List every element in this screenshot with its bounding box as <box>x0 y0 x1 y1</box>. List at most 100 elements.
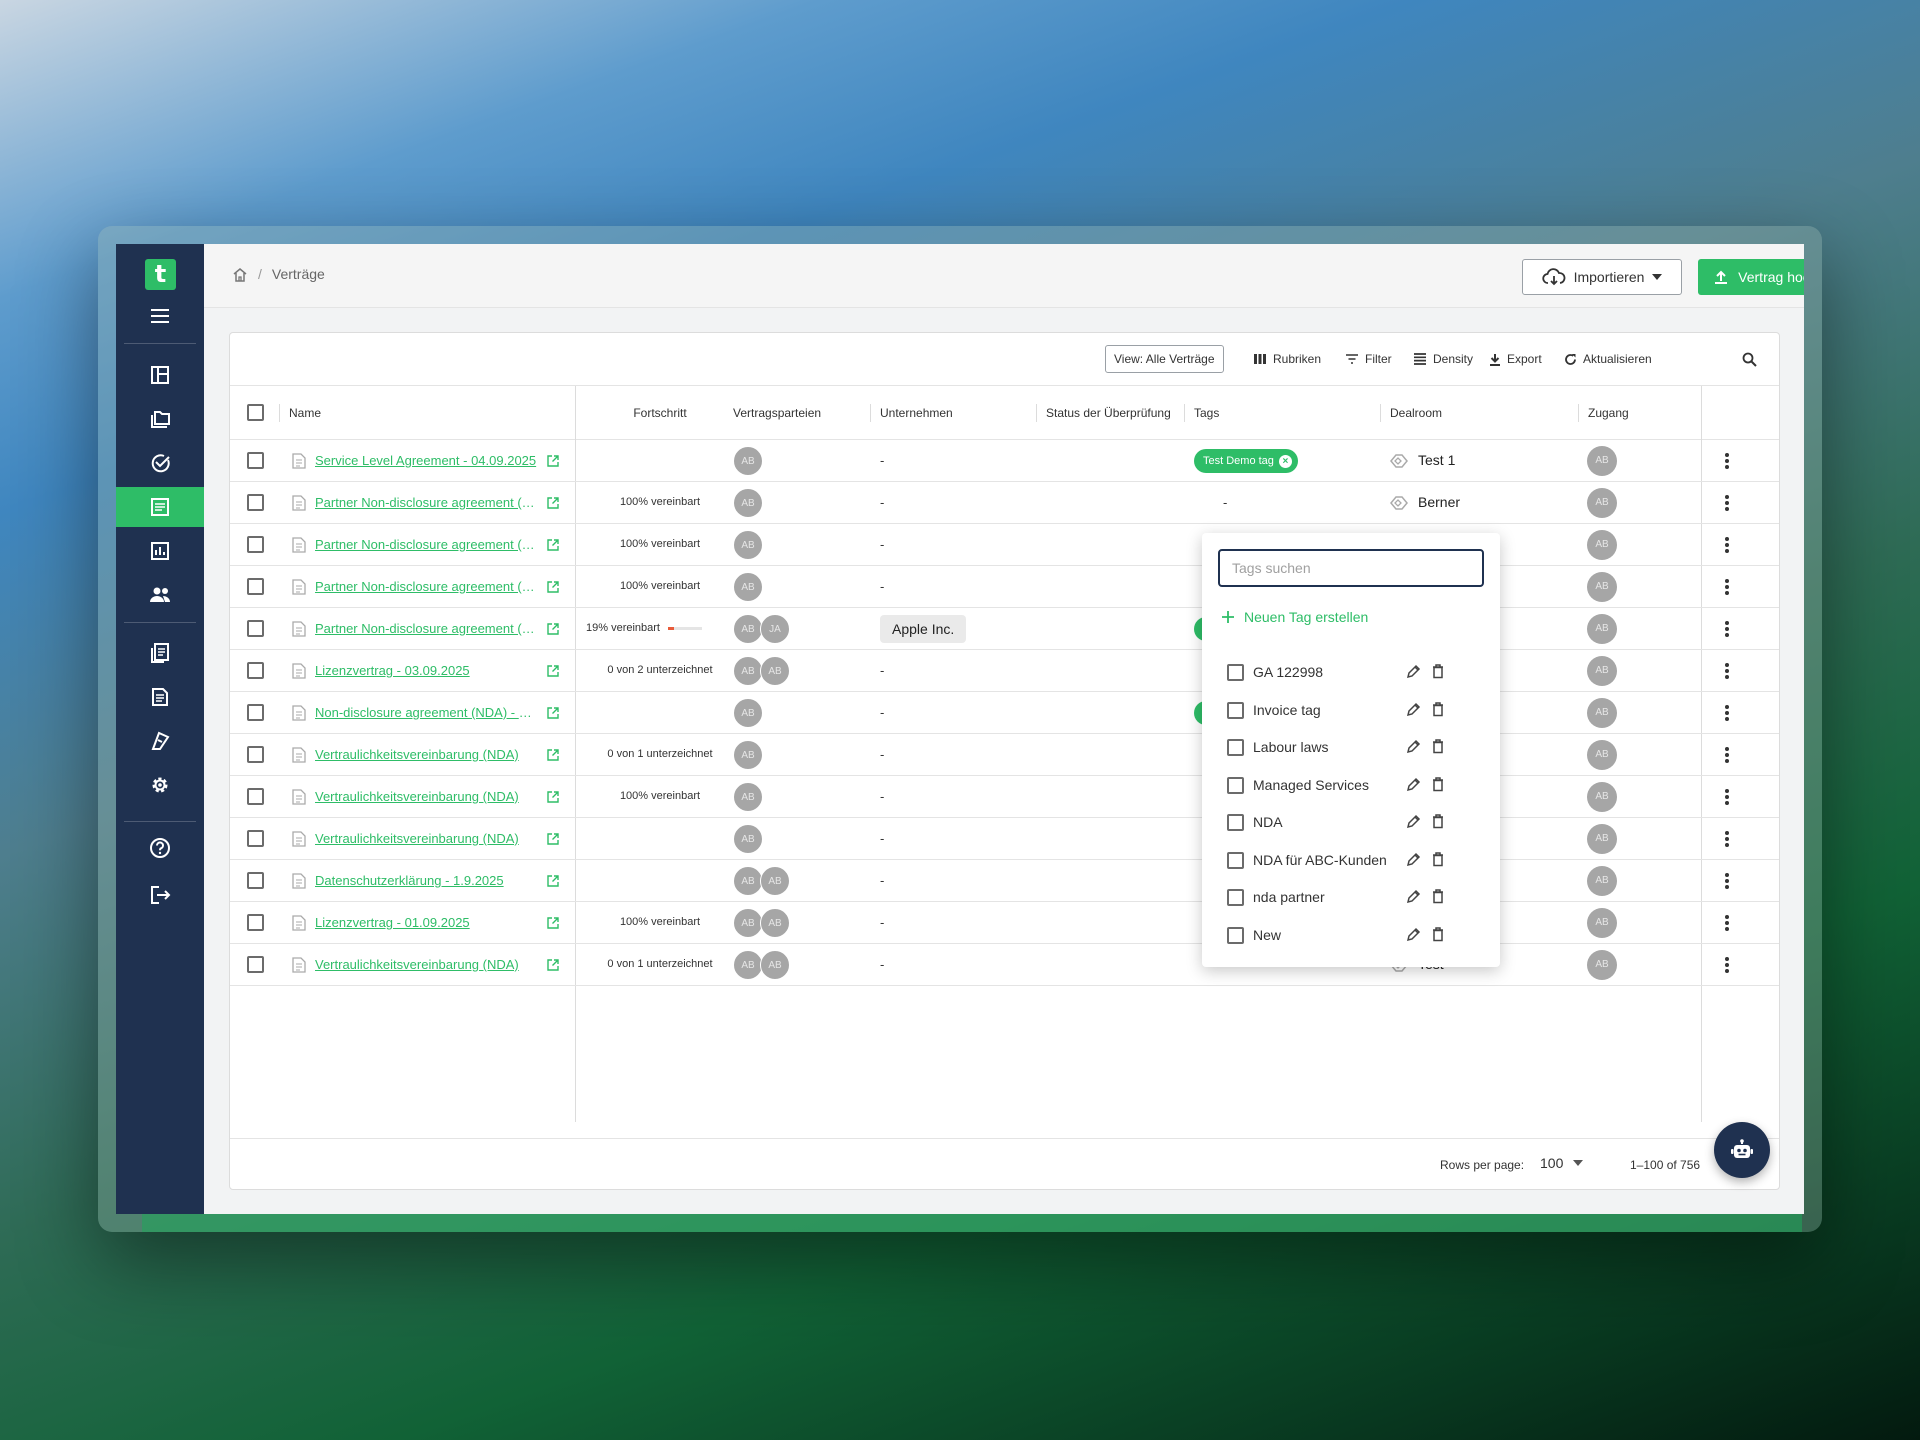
column-header-review-status[interactable]: Status der Überprüfung <box>1046 386 1171 440</box>
delete-trash-icon[interactable] <box>1432 739 1444 759</box>
edit-pencil-icon[interactable] <box>1406 814 1421 834</box>
settings-gear-icon[interactable] <box>116 765 204 805</box>
access-avatar[interactable]: AB <box>1587 572 1617 602</box>
party-avatar[interactable]: AB <box>733 488 763 518</box>
row-menu-icon[interactable] <box>1723 661 1731 681</box>
table-row[interactable]: Service Level Agreement - 04.09.2025AB--… <box>230 440 1779 482</box>
open-external-icon[interactable] <box>547 916 559 934</box>
open-external-icon[interactable] <box>547 748 559 766</box>
row-menu-icon[interactable] <box>1723 955 1731 975</box>
open-external-icon[interactable] <box>547 496 559 514</box>
tag-option-checkbox[interactable] <box>1227 776 1244 794</box>
delete-trash-icon[interactable] <box>1432 814 1444 834</box>
tag-option[interactable]: GA 122998 <box>1202 654 1500 691</box>
open-external-icon[interactable] <box>547 706 559 724</box>
access-avatar[interactable]: AB <box>1587 908 1617 938</box>
delete-trash-icon[interactable] <box>1432 889 1444 909</box>
open-external-icon[interactable] <box>547 874 559 892</box>
row-menu-icon[interactable] <box>1723 871 1731 891</box>
tag-option-checkbox[interactable] <box>1227 814 1244 831</box>
row-checkbox[interactable] <box>247 872 264 889</box>
open-external-icon[interactable] <box>547 832 559 850</box>
contract-name-link[interactable]: Vertraulichkeitsvereinbarung (NDA) <box>315 747 537 762</box>
open-external-icon[interactable] <box>547 622 559 640</box>
contract-name-link[interactable]: Partner Non-disclosure agreement (NDA) <box>315 495 537 510</box>
party-avatar[interactable]: AB <box>733 530 763 560</box>
delete-trash-icon[interactable] <box>1432 851 1444 872</box>
edit-pencil-icon[interactable] <box>1406 664 1421 684</box>
contract-name-link[interactable]: Non-disclosure agreement (NDA) - 03.09.2… <box>315 705 537 720</box>
row-menu-icon[interactable] <box>1723 619 1731 639</box>
rows-per-page-select[interactable]: 100 <box>1540 1155 1584 1171</box>
contract-name-link[interactable]: Partner Non-disclosure agreement (NDA) <box>315 537 537 552</box>
app-logo[interactable]: t <box>145 259 176 290</box>
table-row[interactable]: Lizenzvertrag - 01.09.2025 100% vereinbar… <box>230 902 1779 944</box>
row-checkbox[interactable] <box>247 452 264 469</box>
dealroom-name[interactable]: Test 1 <box>1418 452 1455 468</box>
edit-pencil-icon[interactable] <box>1406 777 1421 797</box>
delete-trash-icon[interactable] <box>1432 701 1444 722</box>
row-checkbox[interactable] <box>247 830 264 847</box>
tag-option-checkbox[interactable] <box>1227 889 1244 906</box>
tag-option-checkbox[interactable] <box>1227 701 1244 719</box>
access-avatar[interactable]: AB <box>1587 446 1617 476</box>
row-menu-icon[interactable] <box>1723 577 1731 597</box>
delete-trash-icon[interactable] <box>1432 926 1444 947</box>
tag-option[interactable]: nda partner <box>1202 879 1500 916</box>
edit-pencil-icon[interactable] <box>1406 889 1421 909</box>
access-avatar[interactable]: AB <box>1587 530 1617 560</box>
contract-name-link[interactable]: Partner Non-disclosure agreement (NDA) <box>315 579 537 594</box>
party-avatar[interactable]: AB <box>760 656 790 686</box>
column-header-company[interactable]: Unternehmen <box>880 386 953 440</box>
open-external-icon[interactable] <box>547 454 559 472</box>
column-header-dealroom[interactable]: Dealroom <box>1390 386 1442 440</box>
filter-button[interactable]: Filter <box>1345 345 1392 373</box>
access-avatar[interactable]: AB <box>1587 824 1617 854</box>
column-header-name[interactable]: Name <box>289 386 321 440</box>
column-header-tags[interactable]: Tags <box>1194 386 1219 440</box>
row-menu-icon[interactable] <box>1723 913 1731 933</box>
party-avatar[interactable]: AB <box>733 824 763 854</box>
remove-tag-icon[interactable]: × <box>1278 454 1292 468</box>
logout-icon[interactable] <box>116 875 204 915</box>
columns-button[interactable]: Rubriken <box>1253 345 1321 373</box>
row-checkbox[interactable] <box>247 620 264 637</box>
row-checkbox[interactable] <box>247 578 264 595</box>
table-row[interactable]: Vertraulichkeitsvereinbarung (NDA)AB--AB <box>230 818 1779 860</box>
check-circle-icon[interactable] <box>116 443 204 483</box>
delete-trash-icon[interactable] <box>1432 776 1444 797</box>
table-row[interactable]: Partner Non-disclosure agreement (NDA) 10… <box>230 566 1779 608</box>
party-avatar[interactable]: JA <box>760 614 790 644</box>
select-all-checkbox[interactable] <box>247 404 264 421</box>
open-external-icon[interactable] <box>547 664 559 682</box>
access-avatar[interactable]: AB <box>1587 488 1617 518</box>
row-menu-icon[interactable] <box>1723 535 1731 555</box>
row-checkbox[interactable] <box>247 704 264 721</box>
party-avatar[interactable]: AB <box>733 866 763 896</box>
party-avatar[interactable]: AB <box>733 656 763 686</box>
column-header-parties[interactable]: Vertragsparteien <box>733 386 821 440</box>
access-avatar[interactable]: AB <box>1587 740 1617 770</box>
open-external-icon[interactable] <box>547 538 559 556</box>
table-row[interactable]: Vertraulichkeitsvereinbarung (NDA) 0 von … <box>230 944 1779 986</box>
row-menu-icon[interactable] <box>1723 703 1731 723</box>
contract-name-link[interactable]: Vertraulichkeitsvereinbarung (NDA) <box>315 957 537 972</box>
party-avatar[interactable]: AB <box>733 740 763 770</box>
table-row[interactable]: Partner Non-disclosure agreement (NDA) 10… <box>230 482 1779 524</box>
edit-pencil-icon[interactable] <box>1406 927 1421 947</box>
tag-option[interactable]: Managed Services <box>1202 767 1500 804</box>
access-avatar[interactable]: AB <box>1587 698 1617 728</box>
table-row[interactable]: Partner Non-disclosure agreement (NDA) 19… <box>230 608 1779 650</box>
tag-option-checkbox[interactable] <box>1227 739 1244 756</box>
contract-name-link[interactable]: Vertraulichkeitsvereinbarung (NDA) <box>315 789 537 804</box>
tag-option[interactable]: New <box>1202 917 1500 954</box>
table-row[interactable]: Vertraulichkeitsvereinbarung (NDA) 100% v… <box>230 776 1779 818</box>
dashboard-icon[interactable] <box>116 355 204 395</box>
delete-trash-icon[interactable] <box>1432 664 1444 684</box>
tag-option[interactable]: Invoice tag <box>1202 692 1500 729</box>
tags-search-input[interactable] <box>1218 549 1484 587</box>
row-checkbox[interactable] <box>247 662 264 679</box>
access-avatar[interactable]: AB <box>1587 782 1617 812</box>
tag-option[interactable]: Labour laws <box>1202 729 1500 766</box>
tag-option[interactable]: NDA <box>1202 804 1500 841</box>
